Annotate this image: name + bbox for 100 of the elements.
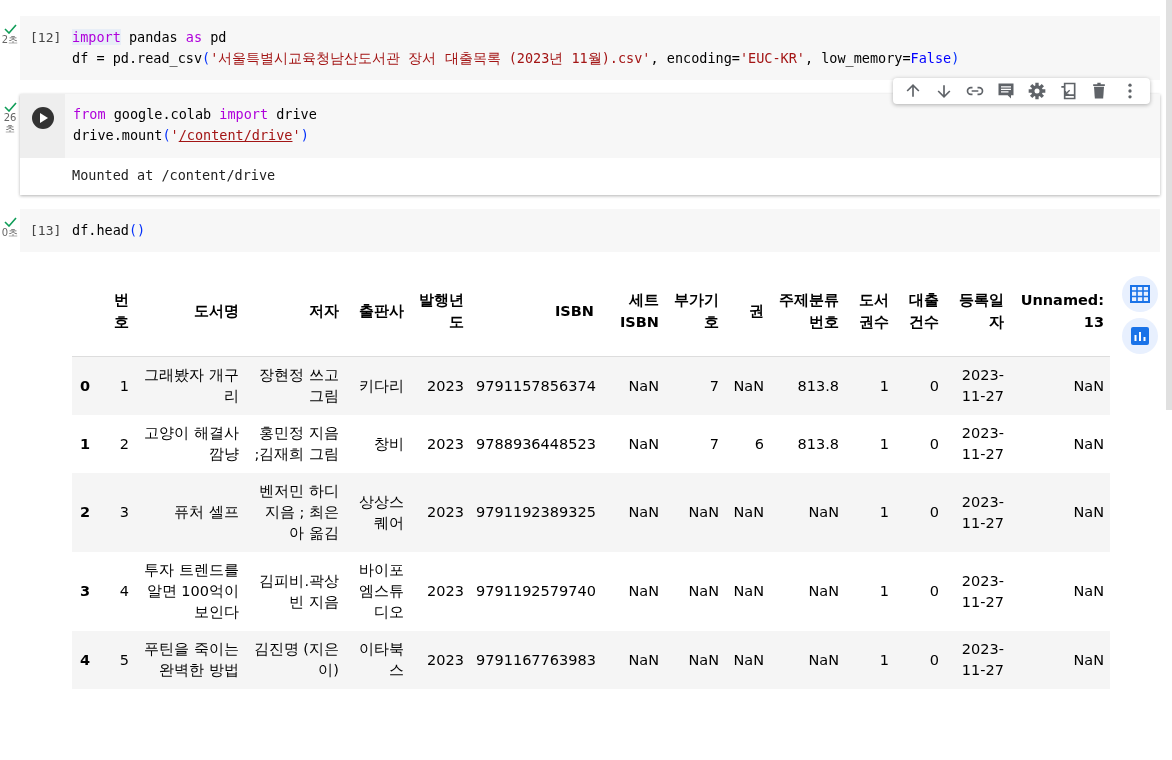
mirror-cell-icon[interactable]	[1058, 81, 1078, 101]
row-index: 0	[72, 356, 100, 415]
settings-icon[interactable]	[1027, 81, 1047, 101]
code-line: drive.mount('/content/drive')	[73, 126, 310, 145]
table-cell: NaN	[1010, 552, 1110, 631]
table-cell: 그래봤자 개구리	[135, 356, 245, 415]
table-cell: 장현정 쓰고 그림	[245, 356, 345, 415]
table-cell: 키다리	[345, 356, 410, 415]
column-header: 세트ISBN	[600, 266, 665, 357]
column-header: 발행년도	[410, 266, 470, 357]
code-cell[interactable]: from google.colab import drive drive.mount('/content/drive') Mounted at /content/drive	[20, 94, 1160, 195]
table-cell: NaN	[725, 473, 770, 552]
table-cell: 813.8	[770, 356, 845, 415]
column-header: 번호	[100, 266, 135, 357]
chart-suggestion-button[interactable]	[1122, 318, 1158, 354]
table-cell: 2023-11-27	[945, 473, 1010, 552]
run-button[interactable]	[30, 106, 55, 130]
table-cell: 0	[895, 473, 945, 552]
table-cell: NaN	[665, 631, 725, 689]
table-cell: 2023	[410, 631, 470, 689]
table-cell: 813.8	[770, 415, 845, 473]
table-cell: 2023	[410, 552, 470, 631]
column-header: 출판사	[345, 266, 410, 357]
execution-time: 26초	[2, 112, 18, 134]
table-cell: 7	[665, 356, 725, 415]
table-cell: 창비	[345, 415, 410, 473]
table-cell: 6	[725, 415, 770, 473]
column-header: 저자	[245, 266, 345, 357]
row-index: 2	[72, 473, 100, 552]
table-cell: 0	[895, 415, 945, 473]
table-cell: 2023	[410, 473, 470, 552]
table-cell: 홍민정 지음 ;김재희 그림	[245, 415, 345, 473]
table-cell: 바이포엠스튜디오	[345, 552, 410, 631]
table-cell: NaN	[770, 552, 845, 631]
row-index: 1	[72, 415, 100, 473]
table-cell: 고양이 해결사 깜냥	[135, 415, 245, 473]
table-cell: NaN	[770, 631, 845, 689]
table-cell: 3	[100, 473, 135, 552]
execution-count: [13]	[29, 222, 63, 240]
table-cell: 2023-11-27	[945, 631, 1010, 689]
table-cell: 1	[845, 356, 895, 415]
table-cell: 이타북스	[345, 631, 410, 689]
table-cell: 1	[845, 415, 895, 473]
column-header: 부가기호	[665, 266, 725, 357]
table-cell: 2023-11-27	[945, 356, 1010, 415]
table-cell: NaN	[600, 552, 665, 631]
table-cell: NaN	[770, 473, 845, 552]
table-cell: 9791192579740	[470, 552, 600, 631]
column-header: 도서명	[135, 266, 245, 357]
table-cell: 투자 트렌드를 알면 100억이 보인다	[135, 552, 245, 631]
code-cell[interactable]: [12] import pandas as pd df = pd.read_csv('서울특별시교육청남산도서관 장서 대출목록 (2023년 11월).csv', encoding='EUC-KR', low_memory=False)	[20, 16, 1160, 80]
column-header: 대출건수	[895, 266, 945, 357]
table-cell: 0	[895, 356, 945, 415]
table-cell: 2023	[410, 356, 470, 415]
table-view-button[interactable]	[1122, 276, 1158, 312]
table-cell: 0	[895, 552, 945, 631]
table-cell: 1	[845, 552, 895, 631]
table-cell: 4	[100, 552, 135, 631]
column-header: 주제분류번호	[770, 266, 845, 357]
table-cell: 퓨처 셀프	[135, 473, 245, 552]
table-cell: 0	[895, 631, 945, 689]
table-cell: NaN	[725, 552, 770, 631]
column-header: 권	[725, 266, 770, 357]
row-index: 4	[72, 631, 100, 689]
table-cell: NaN	[600, 473, 665, 552]
column-header: ISBN	[470, 266, 600, 357]
table-cell: 9791157856374	[470, 356, 600, 415]
table-cell: 김진명 (지은이)	[245, 631, 345, 689]
code-line: from google.colab import drive	[73, 105, 318, 124]
table-cell: 5	[100, 631, 135, 689]
table-cell: NaN	[725, 356, 770, 415]
code-line: import pandas as pd	[72, 28, 228, 47]
table-cell: 9791167763983	[470, 631, 600, 689]
execution-time: 2초	[1, 34, 19, 45]
table-cell: NaN	[665, 552, 725, 631]
code-cell[interactable]: [13] df.head()	[20, 209, 1160, 252]
comment-icon[interactable]	[996, 81, 1016, 101]
table-cell: 9791192389325	[470, 473, 600, 552]
table-cell: 1	[100, 356, 135, 415]
table-cell: 9788936448523	[470, 415, 600, 473]
column-header: 도서권수	[845, 266, 895, 357]
cell-output: Mounted at /content/drive	[72, 167, 276, 183]
table-cell: 2023	[410, 415, 470, 473]
table-cell: 2023-11-27	[945, 415, 1010, 473]
table-cell: NaN	[665, 473, 725, 552]
table-cell: NaN	[600, 356, 665, 415]
code-line: df.head()	[72, 221, 147, 240]
execution-count: [12]	[29, 29, 63, 47]
execution-time: 0초	[1, 227, 19, 238]
row-index: 3	[72, 552, 100, 631]
table-cell: 2	[100, 415, 135, 473]
column-header: Unnamed: 13	[1010, 266, 1110, 357]
table-cell: 2023-11-27	[945, 552, 1010, 631]
table-cell: NaN	[1010, 631, 1110, 689]
code-line: df = pd.read_csv('서울특별시교육청남산도서관 장서 대출목록 (2023년 11월).csv', encoding='EUC-KR', low_memory=False)	[72, 49, 961, 69]
table-cell: 1	[845, 473, 895, 552]
table-cell: 상상스퀘어	[345, 473, 410, 552]
table-cell: 벤저민 하디 지음 ; 최은아 옮김	[245, 473, 345, 552]
table-cell: 푸틴을 죽이는 완벽한 방법	[135, 631, 245, 689]
table-cell: NaN	[600, 631, 665, 689]
